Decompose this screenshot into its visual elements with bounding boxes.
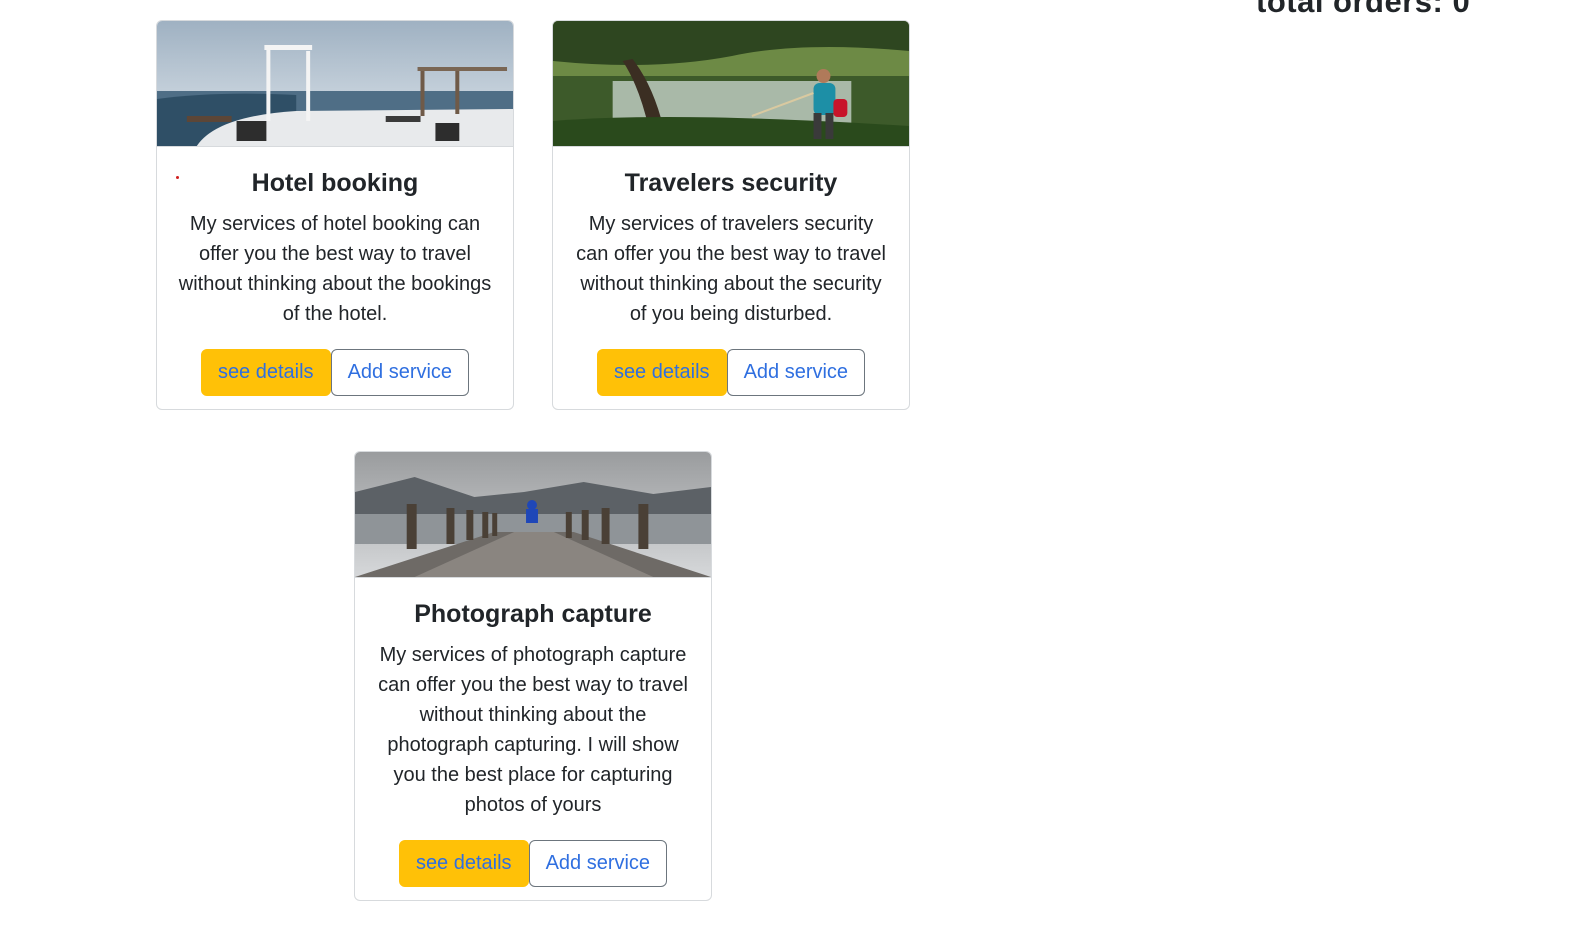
add-service-button[interactable]: Add service [330,349,470,396]
card-title: Hotel booking [251,169,419,197]
card-description: My services of photograph capture can of… [378,644,688,816]
lake-pier-photo [355,452,711,578]
card-actions: see details Add service [157,349,513,396]
card-actions: see details Add service [553,349,909,396]
red-dot-marker [176,176,179,179]
card-title: Travelers security [624,169,838,197]
service-card-travelers-security: Travelers security My services of travel… [552,20,910,410]
see-details-button[interactable]: see details [596,349,727,396]
service-card-photograph-capture: Photograph capture My services of photog… [354,451,712,901]
service-card-hotel-booking: Hotel booking My services of hotel booki… [156,20,514,410]
services-page: total orders: 0 Hotel booking My service… [0,0,1583,936]
see-details-button[interactable]: see details [200,349,331,396]
add-service-button[interactable]: Add service [726,349,866,396]
total-orders-counter: total orders: 0 [1256,0,1471,19]
add-service-button[interactable]: Add service [528,840,668,887]
card-actions: see details Add service [355,840,711,887]
card-description: My services of hotel booking can offer y… [178,213,492,325]
hiker-by-river-photo [553,21,909,147]
hotel-terrace-photo [157,21,513,147]
see-details-button[interactable]: see details [398,840,529,887]
card-description: My services of travelers security can of… [576,213,886,325]
card-title: Photograph capture [414,600,652,628]
